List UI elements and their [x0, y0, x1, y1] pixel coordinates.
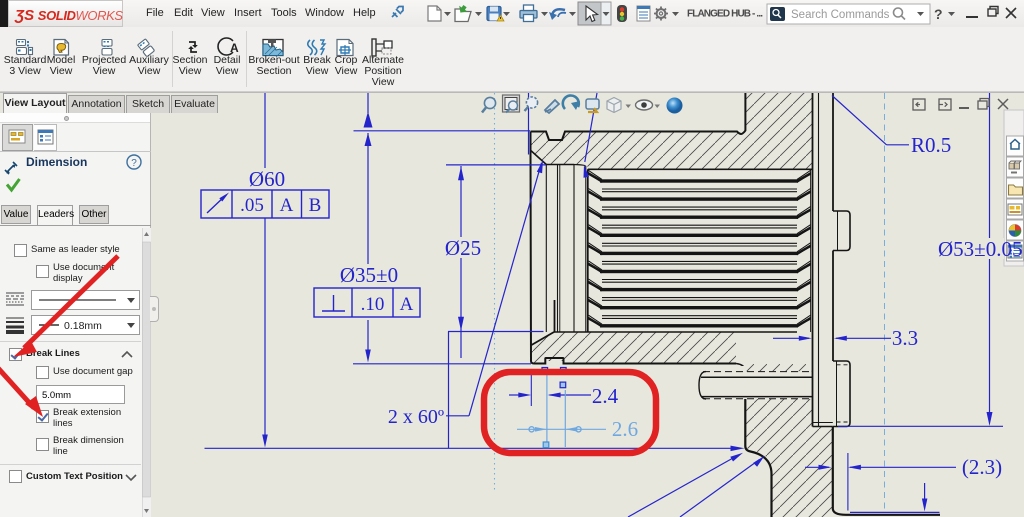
svg-text:B: B — [309, 195, 322, 216]
svg-text:.05: .05 — [240, 195, 264, 216]
svg-text:3.3: 3.3 — [892, 326, 918, 350]
svg-text:Ø35±0: Ø35±0 — [340, 263, 398, 287]
svg-text:.10: .10 — [361, 294, 385, 315]
svg-text:A: A — [400, 294, 414, 315]
svg-text:?: ? — [934, 6, 943, 22]
svg-text:A: A — [230, 41, 239, 55]
svg-text:2.6: 2.6 — [612, 417, 638, 441]
svg-text:R0.5: R0.5 — [911, 133, 951, 157]
svg-text:Ø25: Ø25 — [445, 236, 481, 260]
svg-text:Search Commands: Search Commands — [791, 9, 890, 21]
svg-text:2.4: 2.4 — [592, 384, 619, 408]
svg-text:(2.3): (2.3) — [962, 455, 1002, 479]
svg-text:0.18mm: 0.18mm — [64, 320, 102, 332]
svg-text:FLANGED HUB - ...: FLANGED HUB - ... — [687, 9, 763, 20]
svg-text:A: A — [280, 195, 294, 216]
svg-text:2 x 60º: 2 x 60º — [388, 406, 444, 428]
svg-text:Ø60: Ø60 — [249, 167, 285, 191]
svg-text:?: ? — [131, 158, 137, 169]
